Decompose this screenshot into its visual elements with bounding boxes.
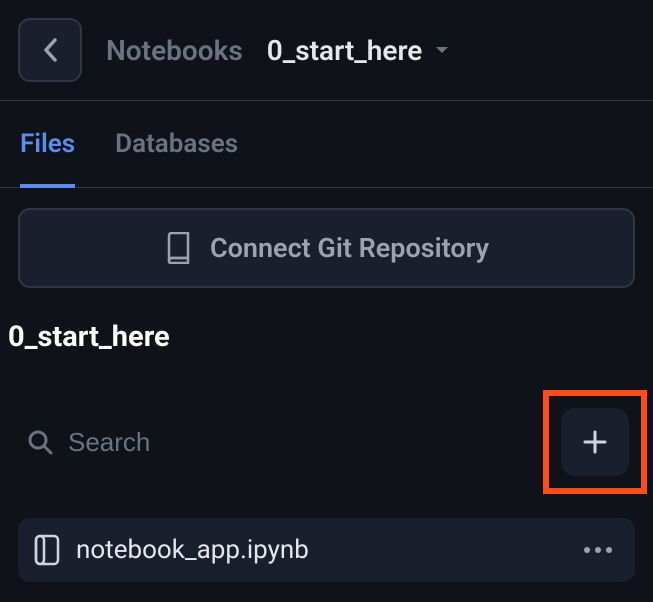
file-name: notebook_app.ipynb [76, 535, 561, 565]
breadcrumb-root[interactable]: Notebooks [106, 34, 243, 67]
breadcrumb-current-dropdown[interactable]: 0_start_here [267, 34, 451, 67]
file-icon [34, 534, 60, 566]
add-button[interactable] [561, 408, 629, 476]
search-wrap [26, 427, 527, 458]
breadcrumb: Notebooks 0_start_here [106, 34, 450, 67]
file-row[interactable]: notebook_app.ipynb [18, 518, 635, 582]
more-horizontal-icon [581, 545, 615, 555]
more-button[interactable] [577, 541, 619, 559]
tabs: Files Databases [0, 101, 653, 188]
caret-down-icon [434, 44, 450, 56]
tab-files[interactable]: Files [20, 101, 75, 187]
tab-databases[interactable]: Databases [115, 101, 238, 187]
back-button[interactable] [18, 18, 82, 82]
content: Connect Git Repository 0_start_here note… [0, 188, 653, 602]
search-icon [26, 428, 54, 456]
connect-git-button[interactable]: Connect Git Repository [18, 208, 635, 288]
chevron-left-icon [41, 36, 59, 64]
breadcrumb-current-label: 0_start_here [267, 34, 423, 67]
plus-icon [580, 427, 610, 457]
repository-icon [164, 232, 192, 264]
header: Notebooks 0_start_here [0, 0, 653, 100]
add-button-highlight [543, 390, 647, 494]
connect-git-label: Connect Git Repository [210, 232, 489, 264]
search-input[interactable] [68, 427, 527, 458]
search-row [18, 390, 635, 494]
page-title: 0_start_here [8, 320, 635, 354]
